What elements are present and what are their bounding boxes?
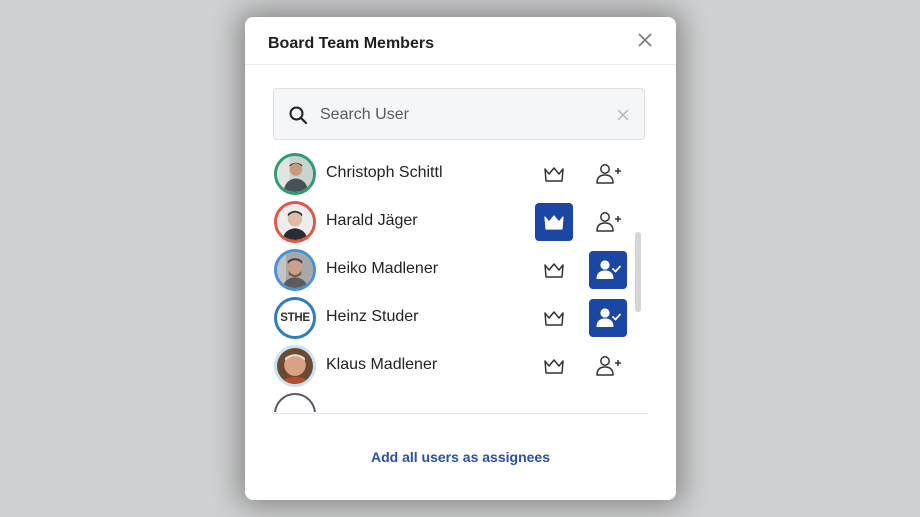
crown-icon <box>544 359 564 374</box>
member-row: Christoph Schittl <box>273 150 633 198</box>
user-check-icon <box>596 260 621 279</box>
user-plus-icon <box>596 212 621 232</box>
list-divider <box>273 413 648 414</box>
remove-assignee-button[interactable] <box>589 251 627 289</box>
user-check-icon <box>596 308 621 327</box>
make-owner-button[interactable] <box>535 299 573 337</box>
crown-icon <box>544 215 564 230</box>
search-input[interactable] <box>320 101 600 129</box>
member-list[interactable]: Christoph Schittl Harald Jäger Heiko Mad… <box>273 150 647 412</box>
member-row: Heiko Madlener <box>273 246 633 294</box>
user-plus-icon <box>596 164 621 184</box>
avatar-initials: STHE <box>274 297 316 339</box>
add-assignee-button[interactable] <box>589 347 627 385</box>
board-team-members-dialog: Board Team Members Christoph Schittl <box>245 17 676 500</box>
add-all-assignees-link[interactable]: Add all users as assignees <box>245 449 676 465</box>
add-assignee-button[interactable] <box>589 203 627 241</box>
make-owner-button[interactable] <box>535 251 573 289</box>
avatar <box>274 249 316 291</box>
list-scrollbar[interactable] <box>635 232 641 312</box>
crown-icon <box>544 311 564 326</box>
make-owner-button[interactable] <box>535 347 573 385</box>
member-name: Harald Jäger <box>326 212 418 229</box>
member-name: Christoph Schittl <box>326 164 443 181</box>
remove-assignee-button[interactable] <box>589 299 627 337</box>
member-name: Klaus Madlener <box>326 356 438 373</box>
member-row <box>273 390 633 412</box>
avatar <box>274 345 316 387</box>
add-assignee-button[interactable] <box>589 155 627 193</box>
search-icon <box>289 106 308 125</box>
dialog-header: Board Team Members <box>245 17 676 65</box>
close-button[interactable] <box>636 31 654 49</box>
member-name: Heiko Madlener <box>326 260 439 277</box>
crown-icon <box>544 167 564 182</box>
member-row: STHE Heinz Studer <box>273 294 633 342</box>
user-plus-icon <box>596 356 621 376</box>
dialog-title: Board Team Members <box>268 35 434 52</box>
make-owner-button[interactable] <box>535 155 573 193</box>
avatar <box>274 153 316 195</box>
make-owner-button[interactable] <box>535 203 573 241</box>
member-name: Heinz Studer <box>326 308 419 325</box>
member-row: Harald Jäger <box>273 198 633 246</box>
close-icon <box>638 33 652 47</box>
avatar <box>274 201 316 243</box>
clear-search-icon[interactable] <box>616 108 630 122</box>
search-field <box>273 88 645 140</box>
member-row: Klaus Madlener <box>273 342 633 390</box>
crown-icon <box>544 263 564 278</box>
avatar <box>274 393 316 412</box>
